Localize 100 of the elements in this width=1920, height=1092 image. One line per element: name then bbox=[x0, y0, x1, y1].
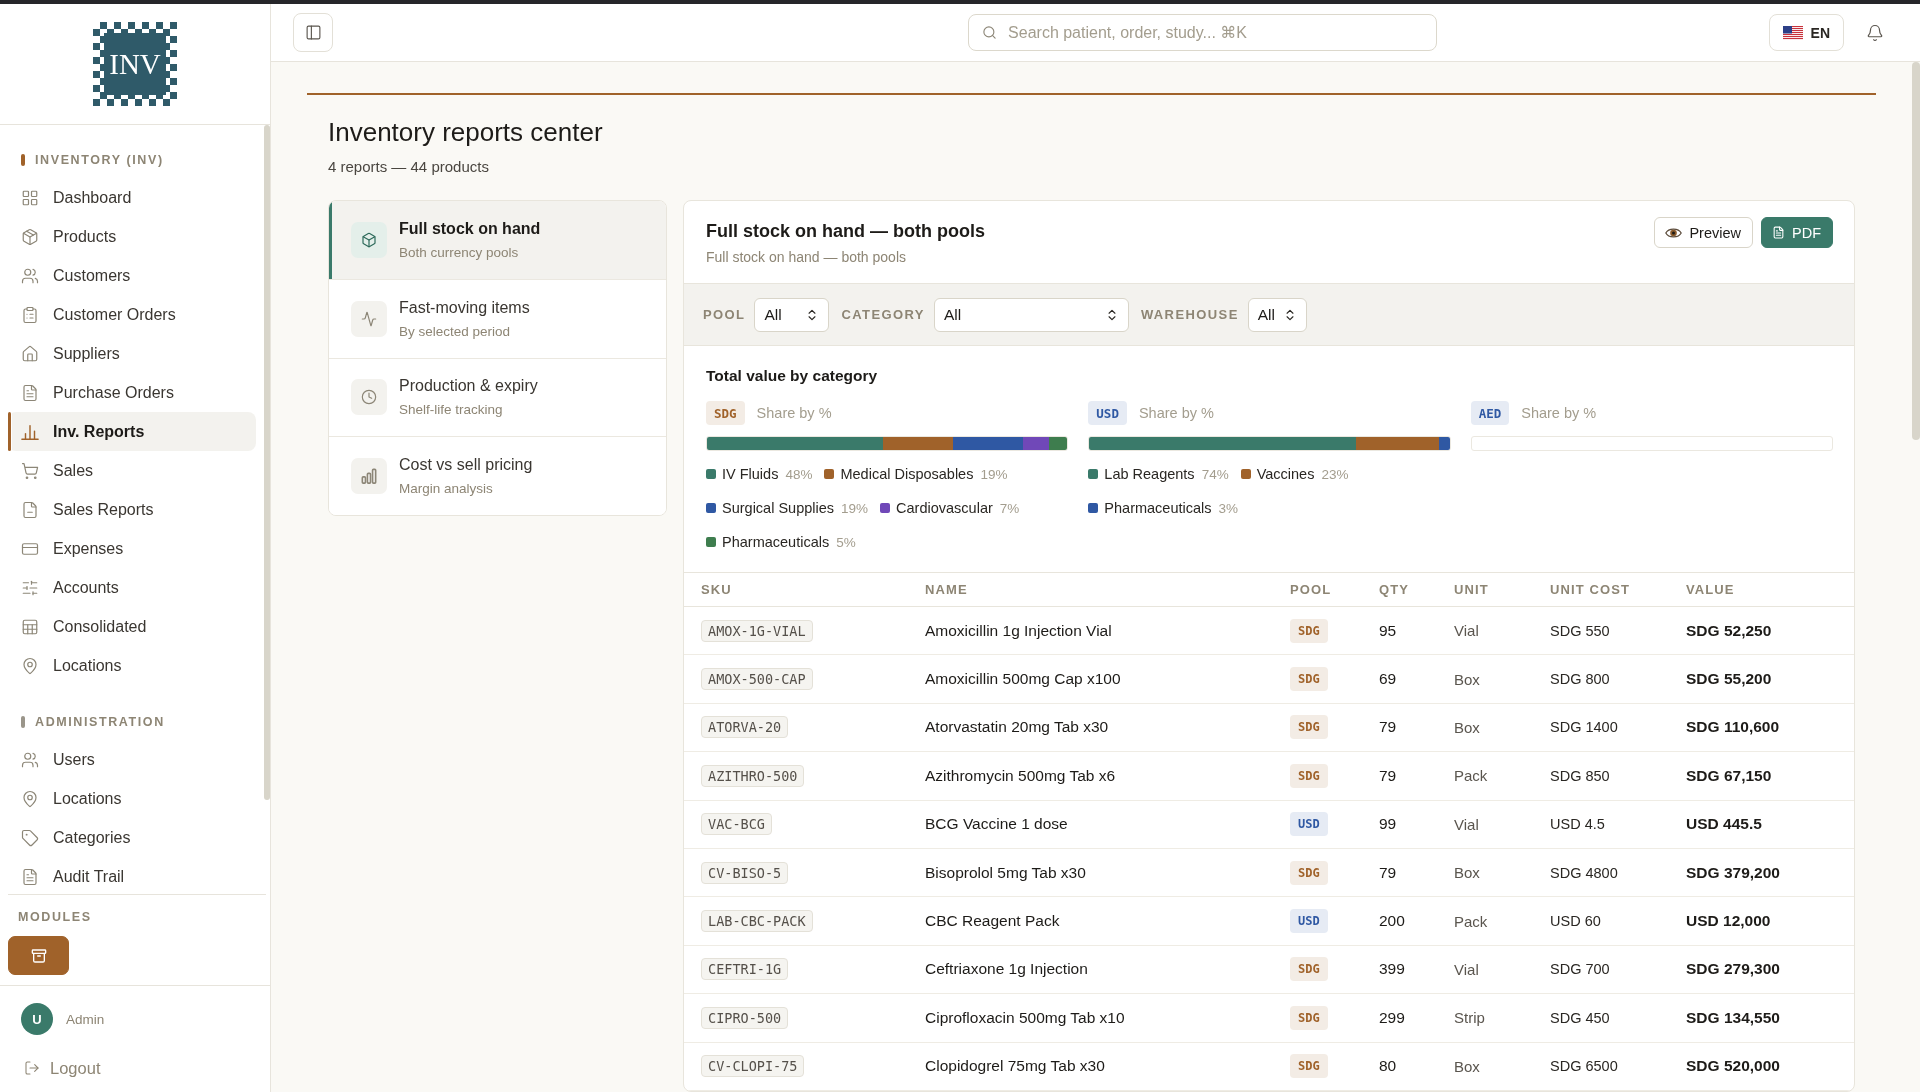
table-cell: SDG 520,000 bbox=[1686, 1057, 1780, 1076]
nav-item[interactable]: Locations bbox=[8, 646, 256, 685]
table-cell: Box bbox=[1454, 670, 1480, 688]
legend-label: Surgical Supplies bbox=[722, 500, 835, 516]
sku-code: AMOX-500-CAP bbox=[701, 668, 813, 691]
legend-percent: 7% bbox=[999, 500, 1020, 516]
pdf-button[interactable]: PDF bbox=[1761, 217, 1833, 248]
table-cell: SDG 1400 bbox=[1550, 719, 1618, 736]
legend-label: Pharmaceuticals bbox=[1104, 500, 1212, 516]
cube-icon bbox=[351, 222, 387, 259]
sku-code: ATORVA-20 bbox=[701, 716, 789, 739]
section-accent-icon bbox=[21, 154, 25, 166]
table-cell: SDG 800 bbox=[1550, 671, 1610, 688]
bar-chart-icon bbox=[351, 457, 387, 494]
nav-item[interactable]: Consolidated bbox=[8, 607, 256, 646]
nav-item[interactable]: Suppliers bbox=[8, 334, 256, 373]
document-icon bbox=[21, 383, 39, 402]
chart-caption: Share by % bbox=[1521, 405, 1597, 421]
nav-item[interactable]: Accounts bbox=[8, 568, 256, 607]
table-cell: Atorvastatin 20mg Tab x30 bbox=[925, 718, 1109, 737]
flag-icon bbox=[1782, 25, 1803, 40]
notifications-button[interactable] bbox=[1866, 23, 1884, 42]
table-cell: Box bbox=[1454, 864, 1480, 882]
report-item[interactable]: Full stock on hand Both currency pools bbox=[329, 201, 666, 280]
preview-button[interactable]: Preview bbox=[1654, 217, 1753, 248]
table-cell: Pack bbox=[1454, 767, 1488, 785]
table-cell: 99 bbox=[1379, 815, 1397, 834]
section-title: ADMINISTRATION bbox=[35, 715, 165, 729]
user-avatar: U bbox=[21, 1003, 53, 1035]
report-item[interactable]: Cost vs sell pricing Margin analysis bbox=[329, 436, 666, 515]
filter-label: POOL bbox=[703, 307, 746, 322]
pin-icon bbox=[21, 656, 39, 675]
cart-icon bbox=[21, 461, 39, 480]
nav-item[interactable]: Users bbox=[8, 740, 256, 779]
report-subtitle: Full stock on hand — both pools bbox=[706, 249, 906, 266]
nav-item[interactable]: Categories bbox=[8, 818, 256, 857]
logout-button[interactable]: Logout bbox=[21, 1056, 101, 1080]
nav-item[interactable]: Customers bbox=[8, 256, 256, 295]
table-cell: 80 bbox=[1379, 1057, 1397, 1076]
currency-badge: AED bbox=[1470, 401, 1510, 425]
table-cell: BCG Vaccine 1 dose bbox=[925, 815, 1068, 834]
sku-code: AZITHRO-500 bbox=[701, 764, 805, 787]
table-cell: SDG 6500 bbox=[1550, 1058, 1618, 1075]
sku-code: LAB-CBC-PACK bbox=[701, 910, 813, 933]
legend-percent: 23% bbox=[1321, 466, 1349, 482]
filter-select[interactable]: All bbox=[754, 297, 830, 332]
currency-badge: SDG bbox=[1290, 1054, 1328, 1079]
nav-item[interactable]: Sales bbox=[8, 451, 256, 490]
nav-item[interactable]: Customer Orders bbox=[8, 295, 256, 334]
table-cell: 69 bbox=[1379, 670, 1397, 689]
filter-select[interactable]: All bbox=[933, 297, 1129, 332]
filter-select[interactable]: All bbox=[1247, 297, 1307, 332]
nav-item[interactable]: Products bbox=[8, 217, 256, 256]
nav-item[interactable]: Inv. Reports bbox=[8, 412, 256, 451]
legend-percent: 48% bbox=[785, 466, 813, 482]
currency-badge: USD bbox=[1088, 401, 1127, 425]
currency-badge: SDG bbox=[1290, 957, 1328, 982]
sidebar-toggle-button[interactable] bbox=[293, 13, 333, 52]
table-cell: Azithromycin 500mg Tab x6 bbox=[925, 766, 1116, 785]
table-cell: Clopidogrel 75mg Tab x30 bbox=[925, 1057, 1105, 1076]
table-cell: Strip bbox=[1454, 1009, 1485, 1027]
search-icon bbox=[982, 25, 998, 40]
nav-item[interactable]: Purchase Orders bbox=[8, 373, 256, 412]
table-cell: Pack bbox=[1454, 912, 1488, 930]
section-accent-icon bbox=[21, 716, 25, 728]
clock-icon bbox=[351, 379, 387, 416]
table-cell: Ceftriaxone 1g Injection bbox=[925, 960, 1088, 979]
table-cell: SDG 550 bbox=[1550, 622, 1610, 639]
document-icon bbox=[1772, 226, 1785, 239]
column-header: VALUE bbox=[1686, 582, 1735, 597]
table-cell: SDG 55,200 bbox=[1686, 670, 1772, 689]
nav-item[interactable]: Dashboard bbox=[8, 178, 256, 217]
sliders-icon bbox=[21, 578, 39, 597]
table-cell: 79 bbox=[1379, 766, 1397, 785]
table-cell: Vial bbox=[1454, 960, 1479, 978]
table-cell: Box bbox=[1454, 1057, 1480, 1075]
currency-badge: SDG bbox=[1290, 618, 1328, 643]
table-cell: Bisoprolol 5mg Tab x30 bbox=[925, 863, 1086, 882]
bar-chart-icon bbox=[21, 422, 39, 441]
table-cell: Vial bbox=[1454, 622, 1479, 640]
table-cell: SDG 134,550 bbox=[1686, 1008, 1780, 1027]
nav-item[interactable]: Sales Reports bbox=[8, 490, 256, 529]
module-button[interactable] bbox=[8, 936, 69, 975]
logout-icon bbox=[24, 1060, 40, 1076]
table-cell: SDG 52,250 bbox=[1686, 621, 1772, 640]
scrollbar-thumb[interactable] bbox=[264, 125, 270, 800]
search-field[interactable]: Search patient, order, study... ⌘K bbox=[968, 14, 1438, 51]
language-button[interactable]: EN bbox=[1768, 14, 1844, 51]
table-cell: USD 60 bbox=[1550, 913, 1601, 930]
nav-item[interactable]: Audit Trail bbox=[8, 857, 256, 894]
column-header: UNIT COST bbox=[1550, 582, 1630, 597]
nav-item[interactable]: Expenses bbox=[8, 529, 256, 568]
nav-item[interactable]: Locations bbox=[8, 779, 256, 818]
scrollbar-thumb[interactable] bbox=[1912, 62, 1920, 440]
currency-badge: SDG bbox=[1290, 1005, 1328, 1030]
logo: INV bbox=[93, 22, 177, 106]
sku-code: VAC-BCG bbox=[701, 813, 772, 836]
currency-badge: SDG bbox=[1290, 860, 1328, 885]
currency-badge: SDG bbox=[1290, 763, 1328, 788]
legend-percent: 5% bbox=[836, 534, 856, 550]
